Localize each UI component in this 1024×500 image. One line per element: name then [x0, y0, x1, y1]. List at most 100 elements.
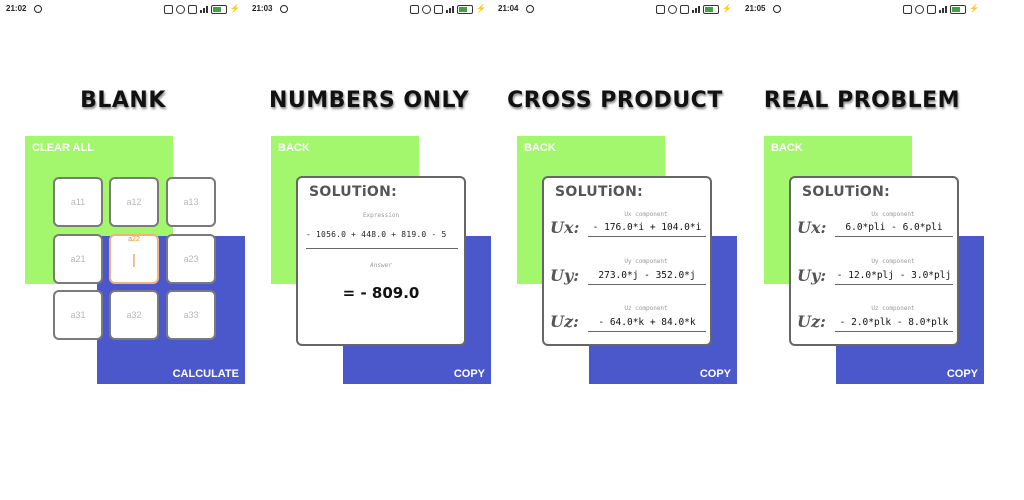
- cell-placeholder: a31: [70, 310, 86, 320]
- status-icons: ⚡: [903, 4, 979, 14]
- copy-label: COPY: [453, 368, 485, 380]
- copy-label: COPY: [946, 368, 978, 380]
- bluetooth-icon: [164, 4, 174, 14]
- battery-icon: [703, 4, 720, 14]
- status-time: 21:02: [6, 4, 27, 13]
- uz-label: Uz:: [550, 312, 579, 331]
- cell-placeholder: a33: [183, 310, 199, 320]
- status-bar: 21:05 ⚡: [745, 4, 979, 16]
- calculate-label: CALCULATE: [172, 368, 239, 380]
- uy-label: Uy:: [550, 266, 580, 285]
- uy-value[interactable]: 273.0*j - 352.0*j: [588, 270, 706, 281]
- alarm-icon: [915, 4, 925, 14]
- matrix-cell-a31[interactable]: a31: [53, 290, 103, 340]
- matrix-cell-a33[interactable]: a33: [166, 290, 216, 340]
- ux-underline: [588, 236, 706, 237]
- signal-icon: [200, 5, 209, 13]
- matrix-cell-a22[interactable]: a22 |: [109, 234, 159, 284]
- matrix-cell-a21[interactable]: a21: [53, 234, 103, 284]
- bluetooth-icon: [410, 4, 420, 14]
- ux-label: Ux:: [797, 218, 827, 237]
- uz-underline: [588, 331, 706, 332]
- ux-value[interactable]: 6.0*pli - 6.0*pli: [835, 222, 953, 233]
- uz-value[interactable]: - 64.0*k + 84.0*k: [588, 317, 706, 328]
- expression-underline: [306, 248, 458, 249]
- nfc-icon: [434, 4, 444, 14]
- charging-icon: ⚡: [230, 4, 240, 13]
- charging-icon: ⚡: [969, 4, 979, 13]
- notification-icon: [773, 5, 781, 13]
- copy-label: COPY: [699, 368, 731, 380]
- back-label: BACK: [524, 142, 556, 154]
- nfc-icon: [188, 4, 198, 14]
- matrix-cell-a32[interactable]: a32: [109, 290, 159, 340]
- alarm-icon: [668, 4, 678, 14]
- charging-icon: ⚡: [722, 4, 732, 13]
- alarm-icon: [422, 4, 432, 14]
- status-icons: ⚡: [164, 4, 240, 14]
- ux-caption: Ux component: [871, 211, 915, 218]
- cell-placeholder: a32: [126, 310, 142, 320]
- notification-icon: [34, 5, 42, 13]
- status-icons: ⚡: [410, 4, 486, 14]
- ux-value[interactable]: - 176.0*i + 104.0*i: [588, 222, 706, 233]
- matrix-cell-a12[interactable]: a12: [109, 177, 159, 227]
- solution-title: SOLUTiON:: [802, 184, 891, 200]
- notification-icon: [526, 5, 534, 13]
- uy-caption: Uy component: [871, 258, 915, 265]
- screen-numbers-only: 21:03 ⚡ NUMBERS ONLY BACK COPY SOLUTiON:…: [246, 0, 492, 500]
- screen-title: BLANK: [80, 88, 166, 113]
- clear-all-label: CLEAR ALL: [32, 142, 94, 154]
- status-bar: 21:04 ⚡: [498, 4, 732, 16]
- notification-icon: [280, 5, 288, 13]
- uz-caption: Uz component: [624, 305, 668, 312]
- uz-label: Uz:: [797, 312, 826, 331]
- uz-underline: [835, 331, 953, 332]
- uz-value[interactable]: - 2.0*plk - 8.0*plk: [835, 317, 953, 328]
- back-label: BACK: [771, 142, 803, 154]
- ux-caption: Ux component: [624, 211, 668, 218]
- back-label: BACK: [278, 142, 310, 154]
- signal-icon: [692, 5, 701, 13]
- uy-label: Uy:: [797, 266, 827, 285]
- matrix-cell-a13[interactable]: a13: [166, 177, 216, 227]
- uy-caption: Uy component: [624, 258, 668, 265]
- ux-underline: [835, 236, 953, 237]
- solution-title: SOLUTiON:: [309, 184, 398, 200]
- matrix-cell-a11[interactable]: a11: [53, 177, 103, 227]
- screen-title: NUMBERS ONLY: [268, 88, 470, 113]
- expression-caption: Expression: [362, 212, 400, 219]
- signal-icon: [446, 5, 455, 13]
- solution-card: SOLUTiON: Ux: Ux component - 176.0*i + 1…: [542, 176, 712, 346]
- uz-caption: Uz component: [871, 305, 915, 312]
- signal-icon: [939, 5, 948, 13]
- text-cursor: |: [132, 251, 136, 267]
- cell-placeholder: a21: [70, 254, 86, 264]
- status-bar: 21:03 ⚡: [252, 4, 486, 16]
- expression-field[interactable]: - 1056.0 + 448.0 + 819.0 - 5: [306, 230, 456, 244]
- uy-underline: [835, 284, 953, 285]
- cell-placeholder: a12: [126, 197, 142, 207]
- battery-icon: [457, 4, 474, 14]
- bluetooth-icon: [903, 4, 913, 14]
- battery-icon: [211, 4, 228, 14]
- screen-title: CROSS PRODUCT: [507, 88, 723, 113]
- cell-placeholder: a11: [70, 197, 86, 207]
- cell-placeholder: a23: [183, 254, 199, 264]
- screen-real-problem: 21:05 ⚡ REAL PROBLEM BACK COPY SOLUTiON:…: [739, 0, 985, 500]
- status-icons: ⚡: [656, 4, 732, 14]
- uy-value[interactable]: - 12.0*plj - 3.0*plj: [835, 270, 953, 281]
- charging-icon: ⚡: [476, 4, 486, 13]
- cell-caption: a22: [128, 236, 140, 243]
- ux-label: Ux:: [550, 218, 580, 237]
- screen-title: REAL PROBLEM: [763, 88, 961, 113]
- matrix-cell-a23[interactable]: a23: [166, 234, 216, 284]
- status-time: 21:04: [498, 4, 519, 13]
- status-time: 21:03: [252, 4, 273, 13]
- solution-card: SOLUTiON: Ux: Ux component 6.0*pli - 6.0…: [789, 176, 959, 346]
- solution-title: SOLUTiON:: [555, 184, 644, 200]
- answer-value: = - 809.0: [342, 284, 420, 302]
- screen-cross-product: 21:04 ⚡ CROSS PRODUCT BACK COPY SOLUTiON…: [492, 0, 738, 500]
- uy-underline: [588, 284, 706, 285]
- answer-caption: Answer: [370, 262, 392, 269]
